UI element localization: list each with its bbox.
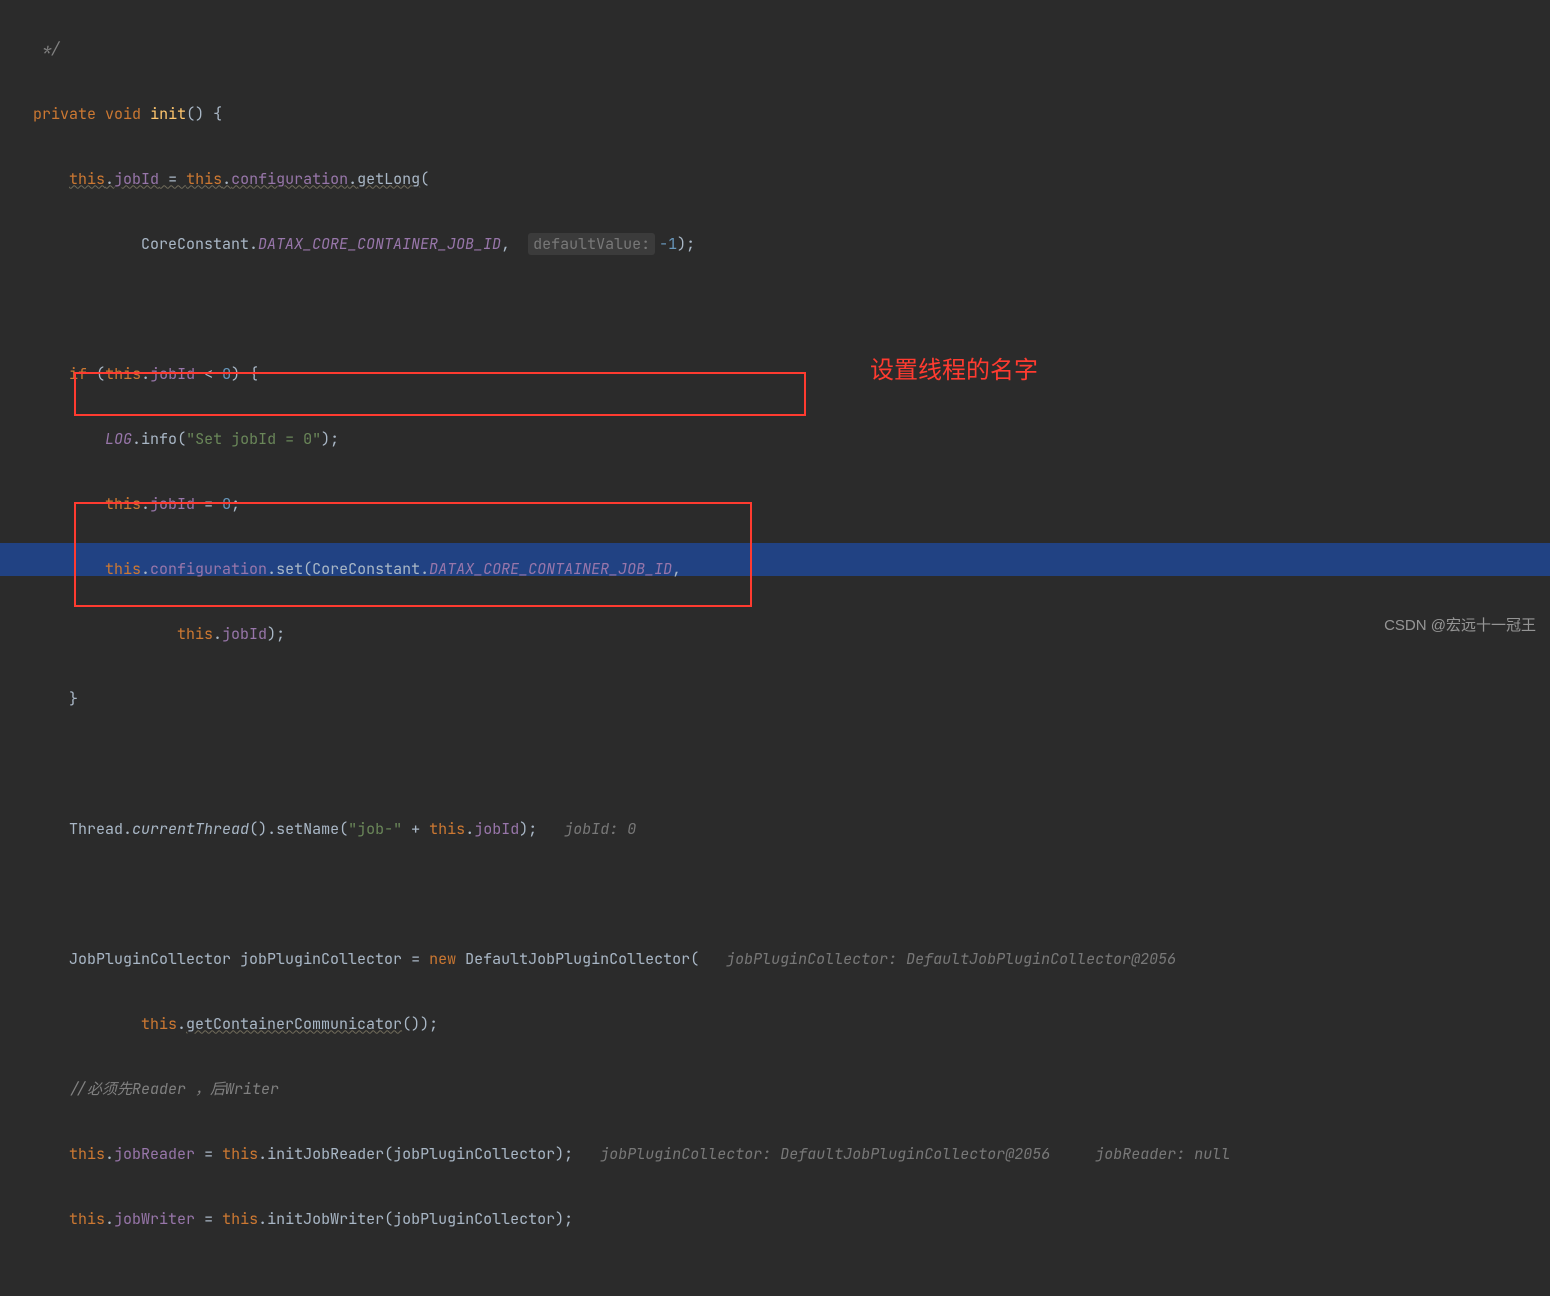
code-line: this.jobReader = this.initJobReader(jobP…: [6, 1138, 1550, 1171]
annotation-label: 设置线程的名字: [870, 355, 1038, 388]
inline-hint: jobReader: null: [1095, 1144, 1230, 1164]
code-line: */: [6, 33, 1550, 66]
blank-line: [6, 1268, 1550, 1296]
code-line: this.jobId);: [6, 618, 1550, 651]
code-line: JobPluginCollector jobPluginCollector = …: [6, 943, 1550, 976]
code-editor[interactable]: */ private void init() { this.jobId = th…: [0, 0, 1550, 1296]
code-line: this.jobId = 0;: [6, 488, 1550, 521]
inline-hint: jobPluginCollector: DefaultJobPluginColl…: [726, 949, 1176, 969]
param-hint: defaultValue:: [528, 233, 655, 255]
code-line: CoreConstant.DATAX_CORE_CONTAINER_JOB_ID…: [6, 228, 1550, 261]
blank-line: [6, 293, 1550, 326]
code-line: Thread.currentThread().setName("job-" + …: [6, 813, 1550, 846]
code-line: LOG.info("Set jobId = 0");: [6, 423, 1550, 456]
code-line: }: [6, 683, 1550, 716]
comment-end: */: [42, 39, 60, 59]
watermark: CSDN @宏远十一冠王: [1384, 610, 1536, 643]
inline-hint: jobId: 0: [564, 819, 636, 839]
code-line: if (this.jobId < 0) {: [6, 358, 1550, 391]
code-line: this.configuration.set(CoreConstant.DATA…: [6, 553, 1550, 586]
code-line: this.jobId = this.configuration.getLong(: [6, 163, 1550, 196]
code-line: private void init() {: [6, 98, 1550, 131]
code-line: this.jobWriter = this.initJobWriter(jobP…: [6, 1203, 1550, 1236]
code-line: this.getContainerCommunicator());: [6, 1008, 1550, 1041]
code-line: //必须先Reader ，后Writer: [6, 1073, 1550, 1106]
inline-hint: jobPluginCollector: DefaultJobPluginColl…: [600, 1144, 1050, 1164]
blank-line: [6, 878, 1550, 911]
blank-line: [6, 748, 1550, 781]
comment: //必须先Reader ，后Writer: [69, 1079, 279, 1099]
